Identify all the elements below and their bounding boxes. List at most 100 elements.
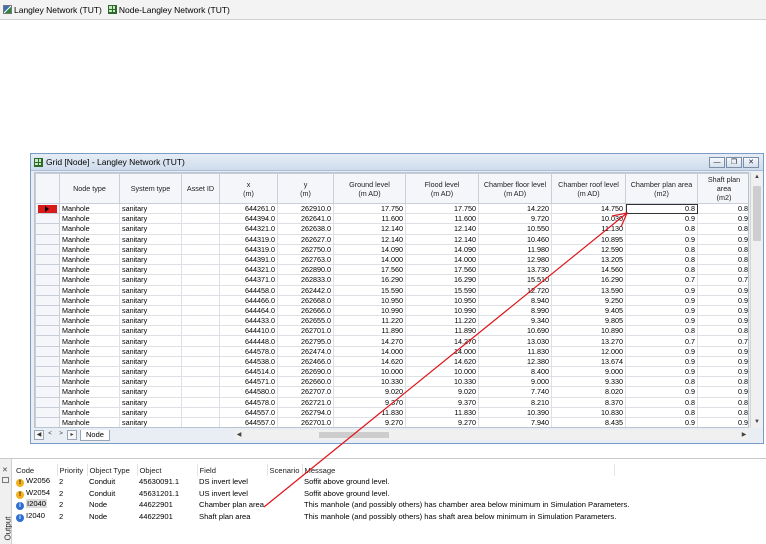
row-selector[interactable]	[35, 376, 60, 388]
grid-cell[interactable]: 11.830	[478, 345, 552, 357]
grid-cell[interactable]: Manhole	[59, 335, 120, 347]
table-row[interactable]: Manhole sanitary 644321.0 262638.0 12.140 12.…	[35, 223, 748, 235]
grid-cell[interactable]: 11.600	[333, 213, 406, 225]
grid-cell[interactable]: Manhole	[59, 365, 120, 378]
grid-cell[interactable]: Manhole	[59, 202, 120, 215]
doc-tab-node-grid[interactable]: Node-Langley Network (TUT)	[105, 0, 233, 20]
grid-cell[interactable]: 0.8	[625, 264, 698, 276]
grid-cell[interactable]: 9.270	[333, 416, 406, 427]
grid-cell[interactable]	[181, 386, 220, 398]
grid-cell[interactable]	[181, 202, 220, 215]
grid-cell[interactable]: 0.8	[697, 264, 748, 276]
grid-cell[interactable]: Manhole	[59, 315, 120, 327]
grid-cell[interactable]: 644557.0	[219, 416, 278, 427]
table-row[interactable]: Manhole sanitary 644464.0 262666.0 10.990 10.…	[35, 304, 748, 317]
grid-cell[interactable]: 13.270	[551, 335, 626, 347]
grid-cell[interactable]: 8.940	[478, 294, 552, 306]
grid-cell[interactable]: 262795.0	[277, 335, 334, 347]
grid-cell[interactable]: 7.740	[478, 386, 552, 398]
grid-corner-cell[interactable]	[35, 173, 60, 204]
grid-cell[interactable]: 0.9	[697, 345, 748, 357]
grid-cell[interactable]: 644391.0	[219, 253, 278, 266]
table-row[interactable]: Manhole sanitary 644371.0 262833.0 16.290 16.…	[35, 274, 748, 286]
grid-cell[interactable]: 10.990	[405, 304, 479, 317]
row-selector[interactable]	[35, 284, 60, 296]
grid-cell[interactable]	[181, 396, 220, 408]
grid-cell[interactable]	[181, 264, 220, 276]
grid-cell[interactable]: sanitary	[119, 406, 182, 418]
grid-cell[interactable]: Manhole	[59, 355, 120, 368]
grid-cell[interactable]: 644319.0	[219, 243, 278, 255]
grid-cell[interactable]: 14.620	[333, 355, 406, 368]
row-selector[interactable]	[35, 396, 60, 408]
grid-cell[interactable]: 262638.0	[277, 223, 334, 235]
row-selector[interactable]	[35, 386, 60, 398]
grid-cell[interactable]: 0.9	[625, 416, 698, 427]
grid-cell[interactable]: 0.8	[625, 396, 698, 408]
grid-cell[interactable]: 0.8	[625, 253, 698, 266]
table-row[interactable]: Manhole sanitary 644557.0 262794.0 11.830 11.…	[35, 406, 748, 418]
grid-cell[interactable]: 0.8	[625, 325, 698, 337]
scroll-left-icon[interactable]: ◀	[234, 430, 244, 440]
grid-cell[interactable]: 0.9	[625, 213, 698, 225]
grid-cell[interactable]: 0.7	[625, 335, 698, 347]
grid-cell[interactable]: 0.9	[697, 213, 748, 225]
grid-cell[interactable]: 9.270	[405, 416, 479, 427]
grid-cell[interactable]: 17.560	[405, 264, 479, 276]
grid-cell[interactable]: Manhole	[59, 396, 120, 408]
grid-cell[interactable]: 0.9	[697, 284, 748, 296]
grid-cell[interactable]	[181, 416, 220, 427]
grid-cell[interactable]: 14.000	[333, 253, 406, 266]
scroll-right-icon[interactable]: ▶	[739, 430, 749, 440]
grid-cell[interactable]: 0.8	[625, 376, 698, 388]
grid-cell[interactable]	[181, 213, 220, 225]
grid-cell[interactable]: sanitary	[119, 213, 182, 225]
grid-cell[interactable]: 16.290	[333, 274, 406, 286]
vertical-scrollbar[interactable]: ▲ ▼	[750, 172, 762, 428]
scrollbar-thumb[interactable]	[753, 186, 761, 241]
grid-cell[interactable]: 14.000	[405, 345, 479, 357]
grid-cell[interactable]: 14.000	[333, 345, 406, 357]
grid-cell[interactable]	[181, 223, 220, 235]
table-row[interactable]: Manhole sanitary 644394.0 262641.0 11.600 11.…	[35, 213, 748, 225]
row-selector[interactable]	[35, 294, 60, 306]
column-header-message[interactable]: Message	[302, 464, 615, 476]
grid-cell[interactable]: sanitary	[119, 416, 182, 427]
grid-cell[interactable]	[181, 253, 220, 266]
grid-cell[interactable]: 262666.0	[277, 304, 334, 317]
grid-cell[interactable]	[181, 274, 220, 286]
grid-cell[interactable]: 0.7	[625, 274, 698, 286]
grid-cell[interactable]: sanitary	[119, 243, 182, 255]
grid-cell[interactable]: 11.130	[551, 223, 626, 235]
grid-cell[interactable]: 0.9	[697, 386, 748, 398]
grid-cell[interactable]: sanitary	[119, 345, 182, 357]
grid-cell[interactable]: 14.090	[333, 243, 406, 255]
output-message-row[interactable]: ! W2054 2 Conduit 45631201.1 US invert level S…	[14, 488, 614, 500]
grid-cell[interactable]: 0.9	[697, 233, 748, 245]
grid-cell[interactable]: 0.9	[625, 355, 698, 368]
grid-cell[interactable]: Manhole	[59, 284, 120, 296]
grid-cell[interactable]	[181, 294, 220, 306]
column-header[interactable]: y (m)	[277, 173, 334, 204]
grid-cell[interactable]: 8.370	[551, 396, 626, 408]
grid-cell[interactable]: 10.950	[333, 294, 406, 306]
grid-cell[interactable]: 262763.0	[277, 253, 334, 266]
grid-cell[interactable]: 9.000	[551, 365, 626, 378]
column-header[interactable]: x (m)	[219, 173, 278, 204]
column-header[interactable]: Flood level (m AD)	[405, 173, 479, 204]
grid-cell[interactable]: 262890.0	[277, 264, 334, 276]
row-selector[interactable]	[35, 243, 60, 255]
grid-cell[interactable]: 14.220	[478, 202, 552, 215]
grid-cell[interactable]: 0.8	[697, 376, 748, 388]
grid-cell[interactable]: 644394.0	[219, 213, 278, 225]
grid-cell[interactable]: Manhole	[59, 233, 120, 245]
grid-cell[interactable]: 10.550	[478, 223, 552, 235]
grid-cell[interactable]: 644371.0	[219, 274, 278, 286]
grid-cell[interactable]: 0.8	[697, 223, 748, 235]
grid-cell[interactable]: 11.830	[333, 406, 406, 418]
grid-cell[interactable]: sanitary	[119, 376, 182, 388]
grid-cell[interactable]: 262474.0	[277, 345, 334, 357]
grid-cell[interactable]: 9.720	[478, 213, 552, 225]
grid-cell[interactable]: 11.220	[405, 315, 479, 327]
column-header-object-type[interactable]: Object Type	[87, 464, 138, 476]
